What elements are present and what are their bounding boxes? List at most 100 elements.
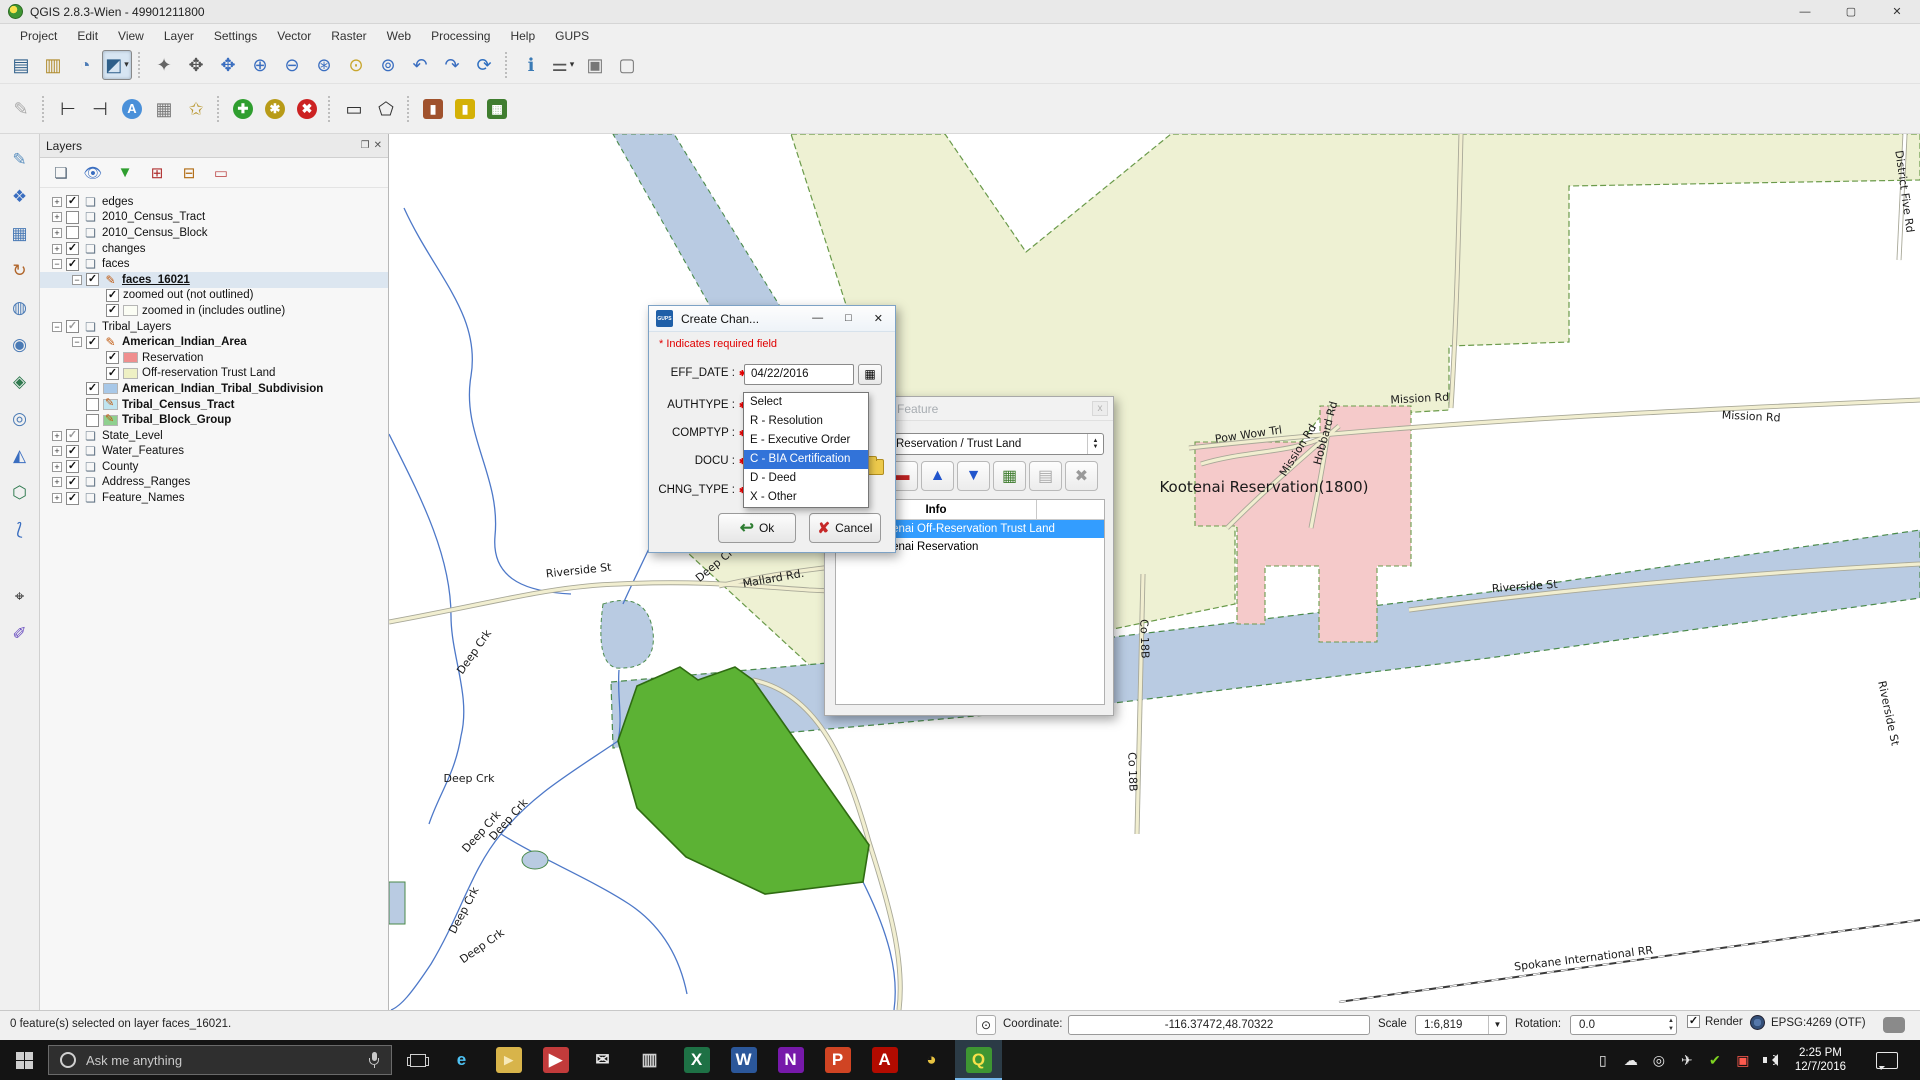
gups-address-tool-button[interactable]: ▮ (418, 94, 448, 124)
taskbar-app-mail[interactable]: ✉ (579, 1040, 626, 1080)
delete-feature-button[interactable]: ✖ (292, 94, 322, 124)
menu-layer[interactable]: Layer (154, 27, 204, 45)
add-record-button[interactable]: ⊢ (53, 94, 83, 124)
measure-button[interactable]: ⚌▾ (548, 50, 578, 80)
dropdown-option-select[interactable]: Select (744, 393, 868, 412)
layer-item-zoomed-in-includes-outline-[interactable]: ✓zoomed in (includes outline) (40, 303, 388, 319)
layer-checkbox[interactable]: ✓ (66, 429, 79, 442)
expander-icon[interactable]: − (52, 322, 62, 332)
remove-layer-button[interactable]: ▭ (210, 162, 232, 184)
close-button[interactable]: ✕ (1874, 0, 1920, 24)
collapse-all-button[interactable]: ⊟ (178, 162, 200, 184)
menu-processing[interactable]: Processing (421, 27, 500, 45)
layer-item-american-indian-area[interactable]: −✓✎American_Indian_Area (40, 334, 388, 350)
menu-help[interactable]: Help (500, 27, 545, 45)
layer-checkbox[interactable]: ✓ (66, 242, 79, 255)
fill-ring-button[interactable]: ◉ (5, 329, 35, 359)
layer-item-tribal-census-tract[interactable]: ✓✎Tribal_Census_Tract (40, 397, 388, 413)
volume-icon[interactable] (1763, 1053, 1779, 1067)
menu-settings[interactable]: Settings (204, 27, 267, 45)
layer-checkbox[interactable]: ✓ (66, 492, 79, 505)
menu-project[interactable]: Project (10, 27, 67, 45)
taskbar-app-chrome[interactable]: ◕ (908, 1040, 955, 1080)
menu-gups[interactable]: GUPS (545, 27, 599, 45)
merge-features-button[interactable]: ⬡ (5, 477, 35, 507)
task-view-button[interactable] (398, 1040, 438, 1080)
zoom-to-selection-button[interactable]: ⊙ (341, 50, 371, 80)
layer-checkbox[interactable]: ✓ (106, 367, 119, 380)
expander-icon[interactable]: + (52, 197, 62, 207)
expander-icon[interactable]: + (52, 431, 62, 441)
microphone-icon[interactable] (369, 1052, 379, 1068)
zoom-in-button[interactable]: ⊕ (245, 50, 275, 80)
menu-edit[interactable]: Edit (67, 27, 108, 45)
layer-checkbox[interactable]: ✓ (66, 460, 79, 473)
print-composer-button[interactable]: ▥ (38, 50, 68, 80)
zoom-to-layer-button[interactable]: ⊚ (373, 50, 403, 80)
menu-web[interactable]: Web (377, 27, 421, 45)
map-tips-button[interactable]: ◔ (70, 50, 100, 80)
cancel-button[interactable]: ✘ Cancel (809, 513, 881, 543)
tray-sync-icon[interactable]: ◎ (1651, 1053, 1667, 1067)
taskbar-search-input[interactable]: Ask me anything (48, 1045, 392, 1075)
layer-item-edges[interactable]: +✓❏edges (40, 194, 388, 210)
render-checkbox[interactable]: ✓ Render (1687, 1015, 1743, 1028)
combo-spinner-icon[interactable]: ▲▼ (1087, 434, 1103, 454)
layer-checkbox[interactable]: ✓ (66, 195, 79, 208)
coordinate-capture-icon[interactable]: ⊙ (976, 1015, 996, 1035)
calendar-button[interactable]: ▦ (858, 364, 882, 385)
zoom-last-button[interactable]: ↶ (405, 50, 435, 80)
gups-map-tool-button[interactable]: ▦ (482, 94, 512, 124)
split-features-button[interactable]: ◭ (5, 440, 35, 470)
layer-item-american-indian-tribal-subdivision[interactable]: ✓American_Indian_Tribal_Subdivision (40, 381, 388, 397)
dropdown-option-c-bia-certification[interactable]: C - BIA Certification (744, 450, 868, 469)
select-features-button-dropdown-icon[interactable]: ▾ (124, 59, 129, 70)
rotate-feature-button[interactable]: ↻ (5, 255, 35, 285)
expander-icon[interactable]: + (52, 477, 62, 487)
trace-button[interactable]: ⟅ (5, 514, 35, 544)
layer-item-zoomed-out-not-outlined-[interactable]: ✓zoomed out (not outlined) (40, 288, 388, 304)
delete-record-button[interactable]: ⊣ (85, 94, 115, 124)
layer-checkbox[interactable]: ✓ (106, 304, 119, 317)
select-polygon-tool-button[interactable]: ⬠ (371, 94, 401, 124)
feature-attributes-button[interactable]: ▤ (1029, 461, 1062, 491)
expander-icon[interactable]: + (52, 462, 62, 472)
labeling-button[interactable]: A (117, 94, 147, 124)
taskbar-app-onenote[interactable]: N (767, 1040, 814, 1080)
copy-button[interactable]: ▣ (580, 50, 610, 80)
zoom-full-button[interactable]: ⊛ (309, 50, 339, 80)
dialog-close-button[interactable]: ✕ (874, 312, 883, 325)
expander-icon[interactable]: − (52, 259, 62, 269)
dropdown-option-e-executive-order[interactable]: E - Executive Order (744, 431, 868, 450)
layer-checkbox[interactable]: ✓ (86, 398, 99, 411)
layer-item-changes[interactable]: +✓❏changes (40, 241, 388, 257)
layer-item-off-reservation-trust-land[interactable]: ✓Off-reservation Trust Land (40, 366, 388, 382)
layer-item-feature-names[interactable]: +✓❏Feature_Names (40, 490, 388, 506)
maximize-button[interactable]: ▢ (1828, 0, 1874, 24)
tray-usb-icon[interactable]: ▯ (1595, 1053, 1611, 1067)
layer-item-faces[interactable]: −✓❏faces (40, 256, 388, 272)
add-feature-button[interactable]: ✚ (228, 94, 258, 124)
touch-zoom-button[interactable]: ✦ (149, 50, 179, 80)
scale-combo[interactable]: 1:6,819 ▼ (1415, 1015, 1507, 1035)
coordinate-input[interactable]: -116.37472,48.70322 (1068, 1015, 1370, 1035)
layer-checkbox[interactable]: ✓ (86, 382, 99, 395)
taskbar-app-acrobat[interactable]: A (861, 1040, 908, 1080)
taskbar-app-file-explorer[interactable]: ▸ (485, 1040, 532, 1080)
eff-date-input[interactable]: 04/22/2016 (744, 364, 854, 385)
expander-icon[interactable]: − (72, 275, 82, 285)
scale-dropdown-icon[interactable]: ▼ (1488, 1016, 1506, 1034)
dropdown-option-x-other[interactable]: X - Other (744, 488, 868, 507)
layer-item-faces-16021[interactable]: −✓✎faces_16021 (40, 272, 388, 288)
layer-item-2010-census-tract[interactable]: +✓❏2010_Census_Tract (40, 210, 388, 226)
layer-checkbox[interactable]: ✓ (106, 351, 119, 364)
map-canvas[interactable]: Mission RdMission RdPow Wow TrlMission R… (389, 134, 1920, 1010)
toggle-editing-button[interactable]: ✎ (6, 94, 36, 124)
zoom-out-button[interactable]: ⊖ (277, 50, 307, 80)
layer-checkbox[interactable]: ✓ (66, 258, 79, 271)
layer-checkbox[interactable]: ✓ (66, 445, 79, 458)
dialog-maximize-button[interactable]: □ (845, 312, 852, 325)
feature-close-button[interactable]: ✖ (1065, 461, 1098, 491)
tray-antivirus-icon[interactable]: ✔ (1707, 1053, 1723, 1067)
zoom-next-button[interactable]: ↷ (437, 50, 467, 80)
